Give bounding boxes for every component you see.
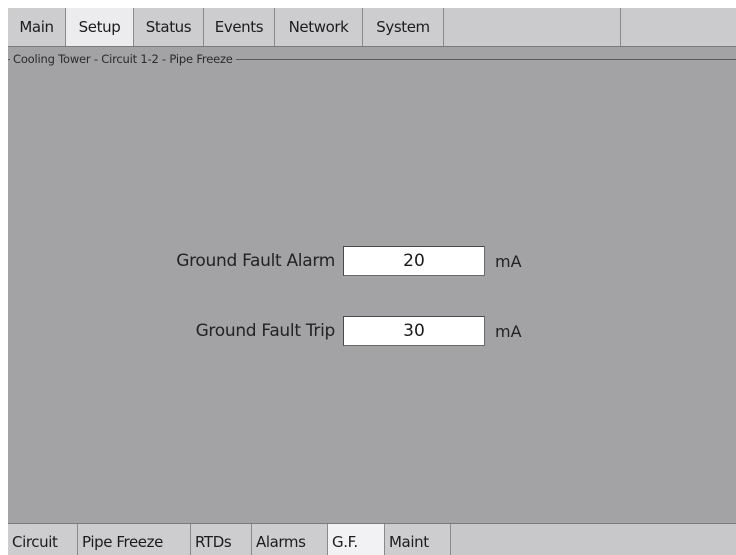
bottom-tab-bar: Circuit Pipe Freeze RTDs Alarms G.F. Mai…: [8, 523, 736, 555]
tab-setup[interactable]: Setup: [66, 8, 134, 46]
ground-fault-trip-row: Ground Fault Trip mA: [8, 314, 736, 348]
tab-network[interactable]: Network: [275, 8, 363, 46]
group-title: Cooling Tower - Circuit 1-2 - Pipe Freez…: [10, 52, 236, 66]
tab-bar-spacer-right: [621, 8, 736, 46]
tab-rtds[interactable]: RTDs: [191, 524, 252, 555]
tab-bar-spacer: [444, 8, 621, 46]
top-tab-bar: Main Setup Status Events Network System: [8, 8, 736, 47]
ground-fault-alarm-input[interactable]: [343, 246, 485, 276]
tab-pipe-freeze[interactable]: Pipe Freeze: [78, 524, 191, 555]
tab-status[interactable]: Status: [134, 8, 204, 46]
tab-circuit[interactable]: Circuit: [8, 524, 78, 555]
ground-fault-trip-label: Ground Fault Trip: [195, 321, 336, 341]
ground-fault-alarm-unit: mA: [495, 251, 522, 271]
ground-fault-trip-input[interactable]: [343, 316, 485, 346]
hmi-screen: Main Setup Status Events Network System …: [8, 8, 736, 555]
tab-alarms[interactable]: Alarms: [252, 524, 328, 555]
ground-fault-trip-unit: mA: [495, 321, 522, 341]
tab-gf[interactable]: G.F.: [328, 524, 385, 555]
settings-group-frame: [8, 59, 736, 529]
tab-maint[interactable]: Maint: [385, 524, 451, 555]
tab-main[interactable]: Main: [8, 8, 66, 46]
tab-events[interactable]: Events: [204, 8, 275, 46]
tab-system[interactable]: System: [363, 8, 444, 46]
ground-fault-alarm-label: Ground Fault Alarm: [176, 251, 335, 271]
ground-fault-alarm-row: Ground Fault Alarm mA: [8, 244, 736, 278]
